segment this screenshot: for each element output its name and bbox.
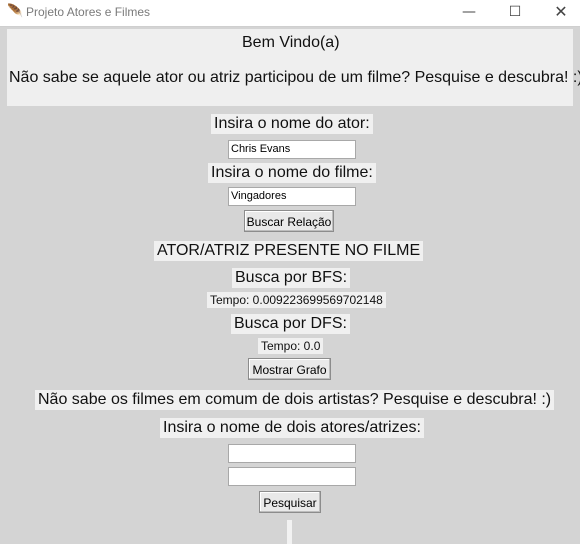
show-graph-button[interactable]: Mostrar Grafo: [248, 358, 331, 380]
search-button[interactable]: Pesquisar: [259, 491, 321, 513]
dfs-time: Tempo: 0.0: [258, 338, 324, 354]
bfs-label: Busca por BFS:: [232, 268, 351, 288]
minimize-button[interactable]: —: [446, 0, 492, 26]
two-actors-label: Insira o nome de dois atores/atrizes:: [160, 418, 424, 438]
search-relation-button[interactable]: Buscar Relação: [244, 210, 334, 232]
dfs-label: Busca por DFS:: [231, 314, 350, 334]
result-text: ATOR/ATRIZ PRESENTE NO FILME: [154, 241, 424, 261]
window-title: Projeto Atores e Filmes: [26, 5, 151, 19]
movie-input[interactable]: Vingadores: [228, 187, 356, 206]
bfs-time: Tempo: 0.009223699569702148: [207, 292, 386, 308]
maximize-button[interactable]: ☐: [492, 0, 538, 26]
movie-label: Insira o nome do filme:: [208, 163, 376, 183]
feather-icon: 🪶: [7, 4, 24, 19]
close-button[interactable]: ✕: [538, 0, 580, 26]
vertical-scrollbar[interactable]: [287, 520, 292, 544]
actor-label: Insira o nome do ator:: [211, 114, 373, 134]
common-movies-prompt: Não sabe os filmes em comum de dois arti…: [35, 390, 555, 410]
first-actor-input[interactable]: [228, 444, 356, 463]
actor-input[interactable]: Chris Evans: [228, 140, 356, 159]
title-bar: 🪶 Projeto Atores e Filmes — ☐ ✕: [0, 0, 580, 27]
welcome-title: Bem Vindo(a): [242, 34, 340, 51]
welcome-subtitle: Não sabe se aquele ator ou atriz partici…: [9, 69, 580, 86]
second-actor-input[interactable]: [228, 467, 356, 486]
